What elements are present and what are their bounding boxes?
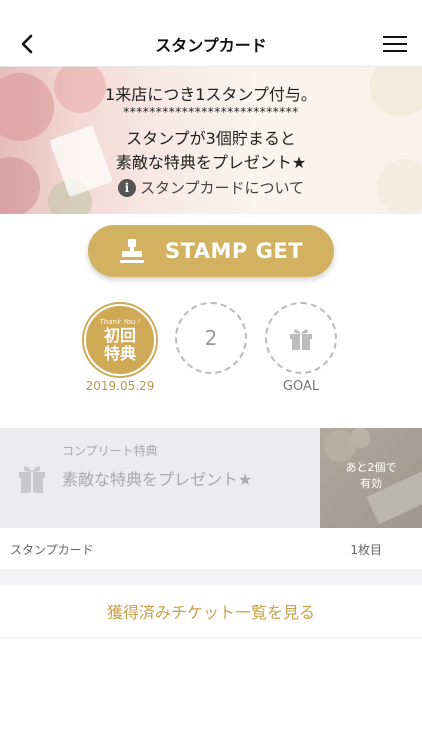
chevron-left-icon [21, 34, 33, 54]
page-bottom [0, 638, 422, 750]
hamburger-menu-icon [383, 36, 407, 52]
stamp-slot-first-reward: Thank You ! 初回 特典 [84, 304, 156, 376]
gift-icon [290, 329, 312, 350]
complete-reward-text: 素敵な特典をプレゼント★ [62, 470, 253, 489]
about-stamp-card-link[interactable]: i スタンプカードについて [0, 177, 422, 198]
first-reward-label-line2: 特典 [103, 343, 136, 363]
card-info-row: スタンプカード 1枚目 [0, 528, 422, 571]
stamp-date: 2019.05.29 [85, 379, 155, 393]
status-area [0, 0, 422, 22]
complete-reward-card[interactable]: コンプリート特典 素敵な特典をプレゼント★ あと2個で 有効 [0, 428, 422, 528]
complete-reward-title: コンプリート特典 [62, 444, 158, 458]
hero-reward-line1: スタンプが3個貯まると [126, 129, 296, 148]
valid-text: 有効 [360, 477, 382, 490]
stamp-slot-2: 2 [175, 302, 247, 374]
remaining-count-text: あと2個で [345, 461, 397, 474]
reward-thumbnail: あと2個で 有効 [320, 428, 422, 528]
thank-you-text: Thank You ! [99, 317, 141, 326]
gift-icon [19, 466, 45, 493]
stamp-card-hero-banner: 1来店につき1スタンプ付与。 *************************… [0, 67, 422, 214]
hero-reward-line2: 素敵な特典をプレゼント★ [115, 153, 307, 172]
section-divider [0, 571, 422, 585]
stamp-slot-goal [265, 302, 337, 374]
back-button[interactable] [12, 30, 42, 58]
stamp-slots: Thank You ! 初回 特典 2019.05.29 2 GOAL [0, 300, 422, 400]
acquired-tickets-label: 獲得済みチケット一覧を見る [106, 603, 315, 622]
card-count: 1枚目 [350, 543, 382, 557]
stamp-icon [119, 239, 144, 263]
page-title: スタンプカード [155, 36, 267, 55]
card-info-label: スタンプカード [10, 543, 94, 557]
stamp-slot-number: 2 [204, 326, 218, 350]
stamp-get-label: STAMP GET [164, 239, 304, 263]
about-stamp-card-label: スタンプカードについて [139, 179, 305, 197]
info-icon: i [117, 178, 136, 197]
first-reward-label-line1: 初回 [103, 325, 136, 345]
menu-button[interactable] [380, 30, 410, 58]
navigation-bar: スタンプカード [0, 22, 422, 67]
hero-divider-stars: *************************** [123, 105, 299, 119]
stamp-get-button[interactable]: STAMP GET [88, 225, 334, 277]
goal-label: GOAL [282, 379, 320, 394]
hero-rule-line: 1来店につき1スタンプ付与。 [105, 85, 317, 104]
acquired-tickets-link[interactable]: 獲得済みチケット一覧を見る [0, 585, 422, 638]
